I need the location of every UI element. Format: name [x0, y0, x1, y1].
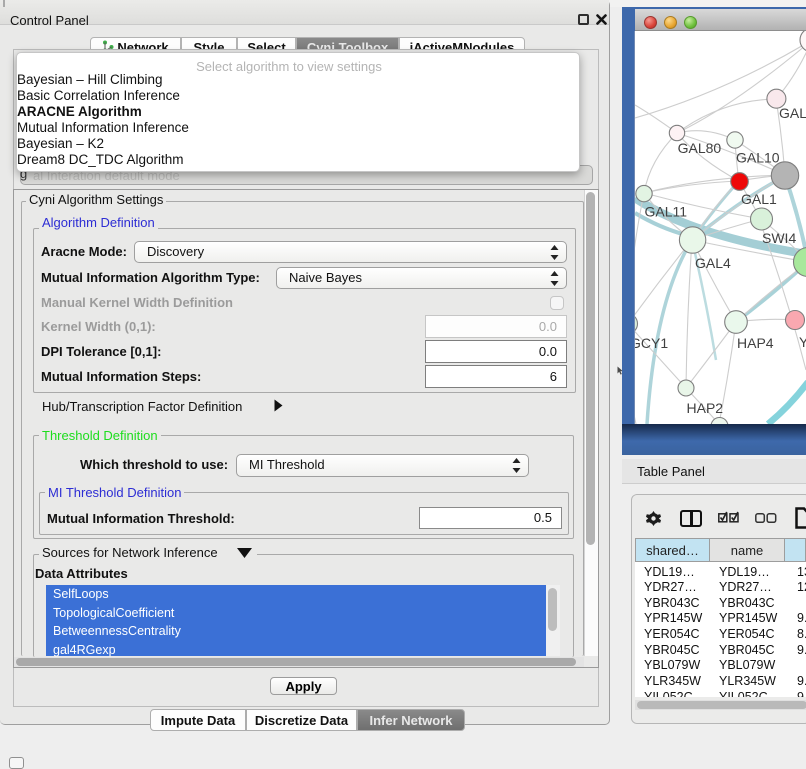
- svg-text:HAP4: HAP4: [737, 335, 774, 351]
- svg-text:GCY1: GCY1: [635, 335, 668, 351]
- svg-text:GAL80: GAL80: [678, 140, 722, 156]
- svg-text:GAL7: GAL7: [779, 105, 806, 121]
- svg-text:GAL10: GAL10: [736, 150, 780, 166]
- svg-text:GAL11: GAL11: [645, 204, 688, 220]
- svg-text:HAP2: HAP2: [687, 400, 724, 416]
- svg-text:SWI4: SWI4: [762, 230, 796, 246]
- svg-text:GAL4: GAL4: [695, 255, 731, 271]
- svg-text:GAL1: GAL1: [741, 191, 777, 207]
- svg-text:YE: YE: [799, 334, 806, 350]
